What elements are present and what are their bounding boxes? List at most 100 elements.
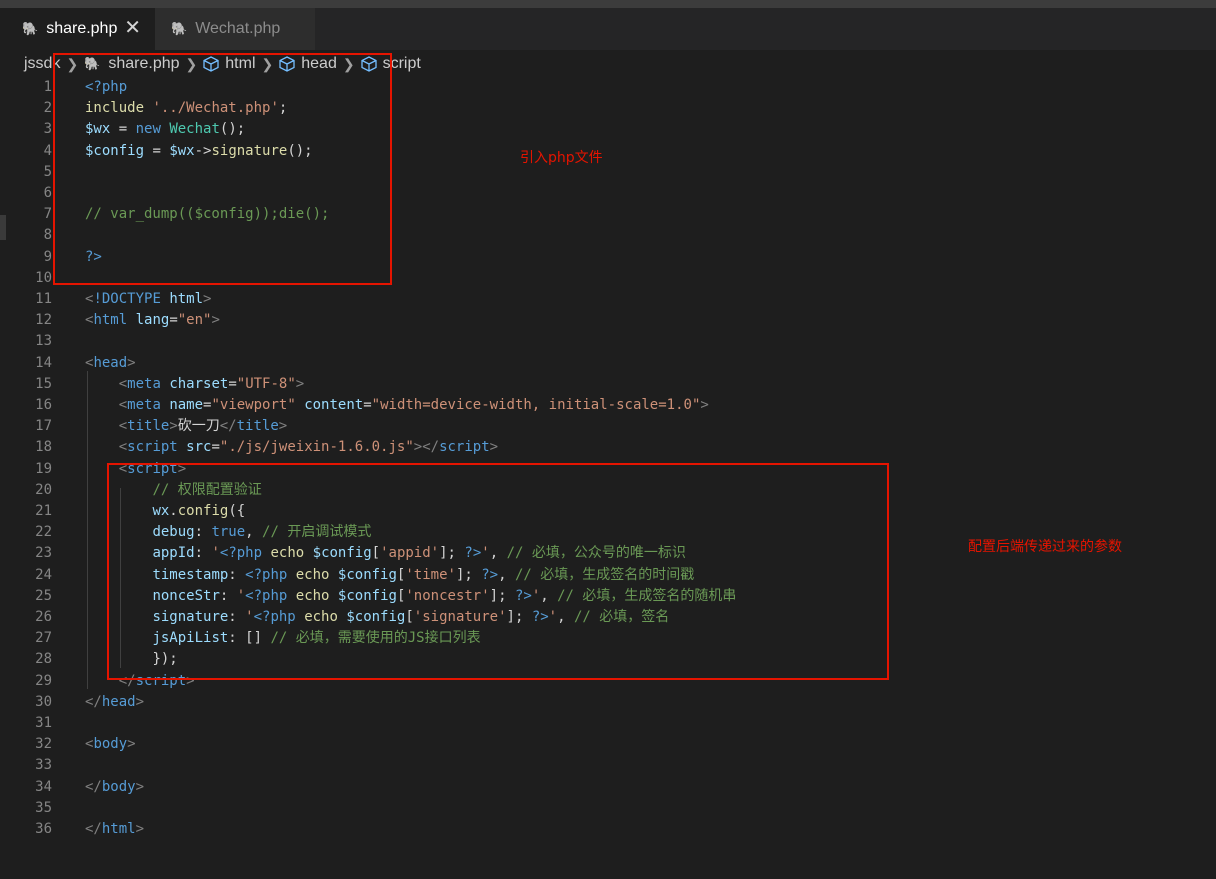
- annotation-box-php-include: [53, 53, 392, 285]
- window-top-strip: [0, 0, 1216, 8]
- tab-bar: 🐘 share.php ✕ 🐘 Wechat.php: [0, 8, 1216, 50]
- code-token: src: [186, 439, 212, 456]
- line-number: 15: [35, 375, 52, 392]
- line-number: 30: [35, 693, 52, 710]
- code-token: >: [135, 778, 145, 795]
- line-number: 13: [35, 333, 52, 350]
- code-token: name: [169, 397, 204, 413]
- code-token: =: [363, 397, 372, 413]
- code-text: <title>砍一刀</title>: [85, 416, 287, 437]
- line-number: 28: [35, 651, 52, 668]
- code-token: head: [101, 693, 136, 710]
- code-token: <: [118, 439, 128, 456]
- code-line[interactable]: 15 <meta charset="UTF-8">: [0, 374, 1216, 395]
- code-line[interactable]: 17 <title>砍一刀</title>: [0, 416, 1216, 437]
- code-token: lang: [135, 312, 170, 329]
- code-line[interactable]: 13: [0, 331, 1216, 352]
- code-token: html: [101, 821, 136, 837]
- php-elephant-icon: 🐘: [171, 21, 188, 36]
- annotation-label-wx-config: 配置后端传递过来的参数: [968, 539, 1122, 555]
- line-number: 21: [35, 503, 52, 519]
- line-number: 22: [35, 524, 52, 541]
- close-icon[interactable]: ✕: [124, 18, 141, 38]
- code-line[interactable]: 11 <!DOCTYPE html>: [0, 289, 1216, 310]
- code-token: <: [118, 418, 128, 435]
- line-number: 10: [35, 269, 52, 286]
- code-token: =: [211, 439, 220, 456]
- code-token: meta: [127, 375, 161, 392]
- code-token: =: [169, 312, 178, 329]
- line-number: 33: [35, 757, 52, 774]
- tab-label: share.php: [46, 20, 118, 37]
- code-token: >: [127, 354, 136, 371]
- code-line[interactable]: 12 <html lang="en">: [0, 310, 1216, 331]
- line-number: 6: [43, 185, 52, 201]
- line-number: 23: [35, 545, 52, 562]
- code-token: "en": [177, 312, 212, 329]
- code-line[interactable]: 31: [0, 713, 1216, 734]
- php-elephant-icon: 🐘: [22, 21, 39, 36]
- annotation-label-php-include: 引入php文件: [520, 150, 603, 166]
- code-text: <head>: [85, 353, 136, 374]
- code-text: <!DOCTYPE html>: [85, 289, 211, 310]
- code-token: </: [85, 821, 102, 837]
- code-line[interactable]: 14 <head>: [0, 353, 1216, 374]
- line-number: 1: [43, 79, 52, 95]
- code-token: meta: [127, 397, 161, 413]
- code-token: >: [489, 439, 499, 456]
- code-token: body: [101, 778, 136, 795]
- code-token: "UTF-8": [236, 375, 296, 392]
- line-number: 12: [35, 312, 52, 329]
- line-number: 9: [43, 248, 52, 265]
- code-line[interactable]: 32 <body>: [0, 734, 1216, 755]
- line-number: 18: [35, 439, 52, 456]
- code-text: </html>: [85, 819, 144, 840]
- line-number: 4: [43, 142, 52, 159]
- code-line[interactable]: 30 </head>: [0, 692, 1216, 713]
- line-number: 14: [35, 354, 52, 371]
- tab-wechat-php[interactable]: 🐘 Wechat.php: [155, 8, 315, 50]
- code-token: html: [169, 291, 204, 307]
- line-number: 27: [35, 630, 52, 647]
- code-line[interactable]: 16 <meta name="viewport" content="width=…: [0, 395, 1216, 416]
- code-token: >: [700, 397, 709, 413]
- code-token: >: [295, 375, 305, 392]
- code-token: script: [127, 439, 178, 456]
- line-number: 2: [43, 100, 52, 117]
- line-number: 20: [35, 481, 52, 498]
- code-token: body: [93, 736, 128, 753]
- code-token: <: [118, 397, 128, 413]
- line-number: 24: [35, 566, 52, 583]
- code-line[interactable]: 18 <script src="./js/jweixin-1.6.0.js"><…: [0, 437, 1216, 458]
- line-number: 36: [35, 821, 52, 837]
- code-token: >: [211, 312, 220, 329]
- code-text: <meta charset="UTF-8">: [85, 374, 305, 395]
- code-line[interactable]: 34 </body>: [0, 777, 1216, 798]
- code-text: <script src="./js/jweixin-1.6.0.js"></sc…: [85, 437, 498, 458]
- line-number: 25: [35, 587, 52, 604]
- code-text: </body>: [85, 777, 144, 798]
- code-text: </head>: [85, 692, 144, 713]
- code-token: </: [85, 778, 102, 795]
- line-number: 19: [35, 460, 52, 477]
- code-line[interactable]: 36 </html>: [0, 819, 1216, 840]
- code-token: !DOCTYPE: [93, 291, 161, 307]
- code-token: 砍一刀: [177, 418, 220, 435]
- tab-share-php[interactable]: 🐘 share.php ✕: [0, 8, 155, 50]
- code-token: >: [203, 291, 212, 307]
- tab-label: Wechat.php: [195, 20, 281, 37]
- code-line[interactable]: 33: [0, 755, 1216, 776]
- code-text: <body>: [85, 734, 136, 755]
- code-token: "viewport": [211, 397, 296, 413]
- code-token: html: [93, 312, 128, 329]
- code-token: >: [127, 736, 136, 753]
- code-token: "width=device-width, initial-scale=1.0": [371, 397, 701, 413]
- code-line[interactable]: 35: [0, 798, 1216, 819]
